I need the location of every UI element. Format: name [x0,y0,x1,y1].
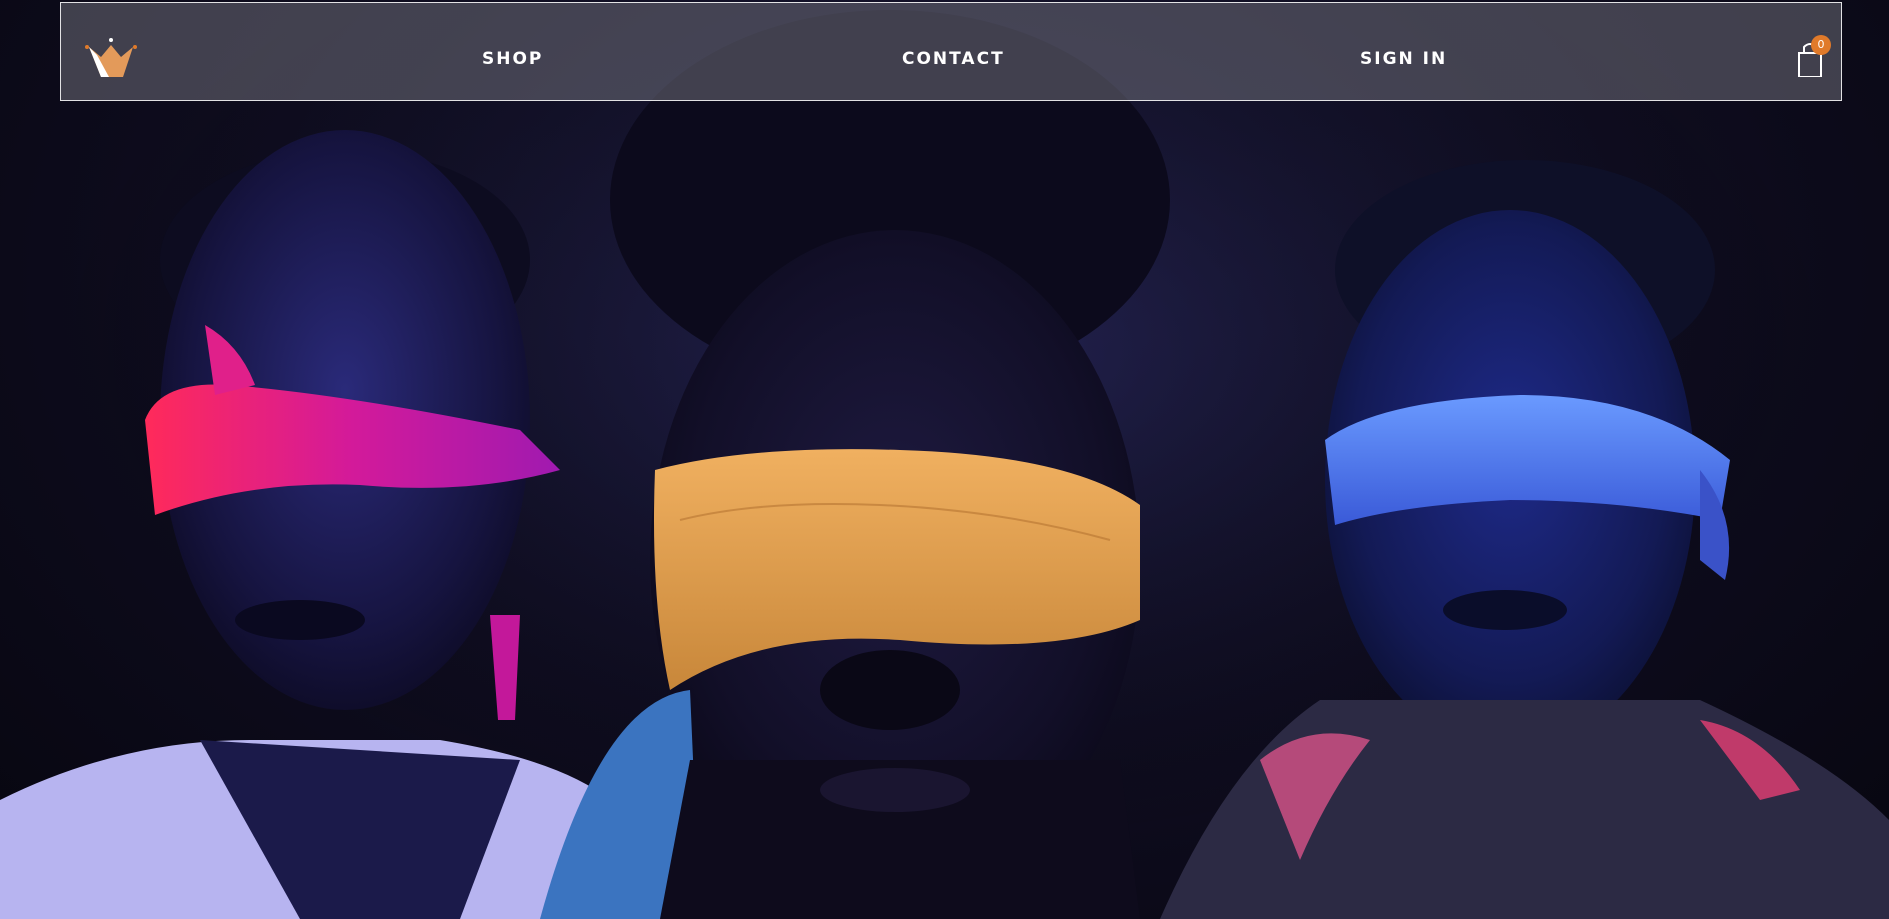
nav-contact-link[interactable]: CONTACT [902,49,1005,69]
cart-button[interactable]: 0 [1796,35,1831,78]
cart-count-badge: 0 [1811,35,1831,55]
crown-icon[interactable] [85,37,137,81]
top-navbar: SHOP CONTACT SIGN IN 0 [60,2,1842,101]
hero-image [0,0,1889,919]
hero-photo [0,0,1889,919]
nav-sign-in-link[interactable]: SIGN IN [1360,49,1447,69]
nav-shop-link[interactable]: SHOP [482,49,543,69]
